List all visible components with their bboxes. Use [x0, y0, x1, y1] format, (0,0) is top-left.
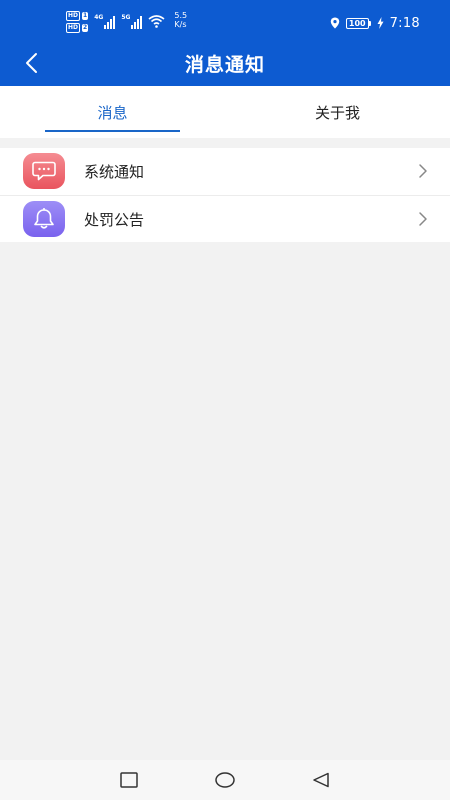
recent-apps-button[interactable] [118, 770, 140, 790]
status-left: HD 1 HD 2 4G 5G 5.5 K/s [66, 11, 187, 35]
message-list: 系统通知 处罚公告 [0, 148, 450, 242]
battery-level: 100 [345, 17, 369, 29]
location-icon [330, 17, 340, 29]
back-triangle-icon [313, 772, 329, 788]
system-nav-bar [0, 760, 450, 800]
tab-about-me[interactable]: 关于我 [225, 86, 450, 138]
speed-unit: K/s [174, 20, 187, 29]
wifi-icon [148, 15, 165, 28]
sim1-indicator: HD 1 [66, 11, 89, 21]
tab-messages-label: 消息 [97, 103, 128, 122]
page-title: 消息通知 [184, 54, 265, 76]
penalty-announcement-icon-tile [23, 201, 65, 237]
signal-bars-icon [131, 15, 143, 29]
network2-signal: 5G [121, 11, 143, 29]
status-bar: HD 1 HD 2 4G 5G 5.5 K/s 100 7:18 [0, 0, 450, 40]
battery-icon: 100 [345, 17, 371, 29]
charging-icon [377, 17, 384, 29]
title-bar: 消息通知 [0, 40, 450, 86]
speed-value: 5.5 [174, 11, 188, 20]
active-tab-indicator [45, 130, 180, 132]
bell-icon [34, 208, 54, 229]
home-button[interactable] [214, 770, 236, 790]
clock-time: 7:18 [389, 15, 420, 31]
signal-bars-icon [104, 15, 116, 29]
network2-type: 5G [121, 14, 131, 21]
sim-indicators: HD 1 HD 2 [66, 11, 89, 33]
system-notice-label: 系统通知 [84, 163, 145, 181]
recent-apps-square-icon [120, 772, 138, 788]
back-button[interactable] [16, 48, 46, 78]
chevron-right-icon [419, 212, 427, 226]
chevron-left-icon [26, 53, 37, 73]
status-right: 100 7:18 [330, 14, 420, 32]
system-notice-icon-tile [23, 153, 65, 189]
tab-about-me-label: 关于我 [314, 103, 360, 122]
sim2-indicator: HD 2 [66, 23, 89, 33]
list-item-system-notice[interactable]: 系统通知 [0, 148, 450, 195]
network1-type: 4G [94, 14, 104, 21]
screen: HD 1 HD 2 4G 5G 5.5 K/s 100 7:18 消息通知 消息… [0, 0, 450, 800]
nav-back-button[interactable] [310, 770, 332, 790]
sim1-number: 1 [82, 12, 89, 20]
sim2-number: 2 [82, 24, 89, 32]
chevron-right-icon [419, 164, 427, 178]
network-speed: 5.5 K/s [174, 11, 187, 29]
sim1-hd-tag: HD [66, 11, 81, 21]
chat-bubble-icon [32, 161, 56, 181]
list-item-penalty-announcement[interactable]: 处罚公告 [0, 195, 450, 242]
tab-bar: 消息 关于我 [0, 86, 450, 138]
sim2-hd-tag: HD [66, 23, 81, 33]
home-circle-icon [215, 772, 235, 788]
app-header: HD 1 HD 2 4G 5G 5.5 K/s 100 7:18 消息通知 [0, 0, 450, 86]
network1-signal: 4G [94, 11, 116, 29]
penalty-announcement-label: 处罚公告 [84, 211, 145, 229]
